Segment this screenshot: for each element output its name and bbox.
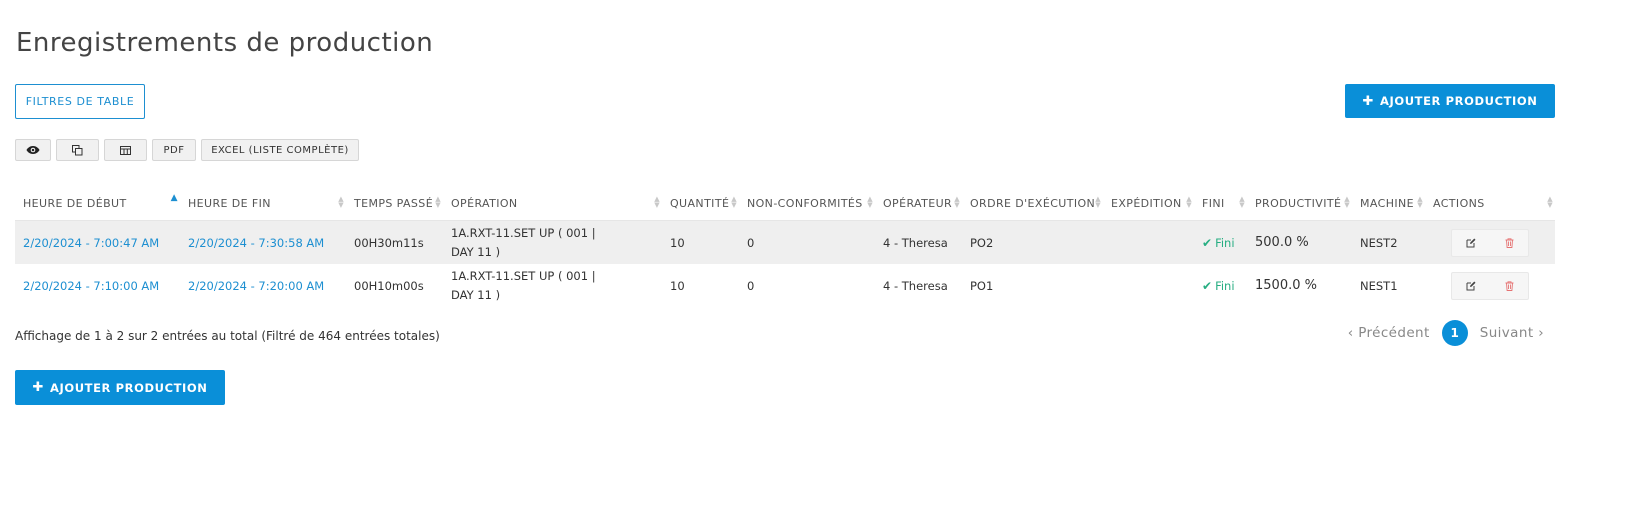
plus-icon: ✚ [1362, 93, 1374, 109]
sort-icon: ▲ ▼ [435, 195, 441, 209]
column-header-fini[interactable]: FINI ▲ ▼ [1194, 186, 1247, 221]
shipping-cell [1103, 220, 1194, 264]
sort-icon: ▲ ▼ [1186, 195, 1192, 209]
columns-icon [120, 145, 131, 155]
quantity-cell: 10 [662, 220, 739, 264]
column-header-start-time[interactable]: HEURE DE DÉBUT ▲ [15, 186, 180, 221]
column-header-actions[interactable]: ACTIONS ▲ ▼ [1425, 186, 1555, 221]
sort-icon: ▲ ▼ [1344, 195, 1350, 209]
edit-button[interactable] [1452, 273, 1490, 299]
work-order-cell: PO1 [970, 278, 994, 293]
actions-group [1451, 271, 1529, 300]
production-table: HEURE DE DÉBUT ▲ HEURE DE FIN ▲ ▼ TEMPS PAS… [15, 186, 1555, 307]
end-time-link[interactable]: 2/20/2024 - 7:20:00 AM [180, 264, 346, 307]
actions-group [1451, 228, 1529, 257]
copy-button[interactable] [56, 139, 99, 161]
table-info-text: Affichage de 1 à 2 sur 2 entrées au tota… [15, 329, 440, 343]
sort-icon: ▲ ▼ [731, 195, 737, 209]
column-header-machine[interactable]: MACHINE ▲ ▼ [1352, 186, 1425, 221]
previous-page-button[interactable]: ‹ Précédent [1348, 325, 1430, 341]
add-production-label: AJOUTER PRODUCTION [49, 380, 208, 395]
shipping-cell [1103, 264, 1194, 307]
excel-button[interactable]: EXCEL (LISTE COMPLÈTE) [201, 139, 359, 161]
start-time-link[interactable]: 2/20/2024 - 7:00:47 AM [15, 220, 180, 264]
column-header-work-order[interactable]: ORDRE D'EXÉCUTION ▲ ▼ [962, 186, 1103, 221]
machine-cell: NEST1 [1360, 278, 1398, 293]
eye-icon [26, 146, 40, 154]
add-production-label: AJOUTER PRODUCTION [1379, 94, 1538, 108]
table-row: 2/20/2024 - 7:00:47 AM 2/20/2024 - 7:30:… [15, 220, 1555, 264]
column-header-productivity[interactable]: PRODUCTIVITÉ ▲ ▼ [1247, 186, 1352, 221]
check-icon: ✔ [1202, 235, 1213, 250]
time-spent-cell: 00H30m11s [346, 220, 443, 264]
current-page-button[interactable]: 1 [1441, 320, 1468, 346]
time-spent-cell: 00H10m00s [354, 278, 424, 293]
table-row: 2/20/2024 - 7:10:00 AM 2/20/2024 - 7:20:… [15, 264, 1555, 307]
sort-icon: ▲ ▼ [338, 195, 344, 209]
column-header-operation[interactable]: OPÉRATION ▲ ▼ [443, 186, 662, 221]
productivity-cell: 1500.0 % [1255, 278, 1317, 293]
column-header-nonconformities[interactable]: NON-CONFORMITÉS ▲ ▼ [739, 186, 875, 221]
trash-icon [1505, 237, 1513, 248]
actions-cell [1425, 264, 1555, 307]
operator-cell: 4 - Theresa [875, 220, 962, 264]
sort-icon: ▲ ▼ [867, 195, 873, 209]
quantity-cell: 10 [670, 278, 685, 293]
copy-icon [72, 144, 83, 155]
sort-icon: ▲ ▼ [954, 195, 960, 209]
table-header-row: HEURE DE DÉBUT ▲ HEURE DE FIN ▲ ▼ TEMPS PAS… [15, 186, 1555, 221]
operation-cell: 1A.RXT-11.SET UP ( 001 | DAY 11 ) [443, 220, 662, 264]
sort-icon: ▲ ▼ [1417, 195, 1423, 209]
column-header-quantity[interactable]: QUANTITÉ ▲ ▼ [662, 186, 739, 221]
column-header-shipping[interactable]: EXPÉDITION ▲ ▼ [1103, 186, 1194, 221]
pdf-button[interactable]: PDF [152, 139, 196, 161]
edit-icon [1466, 238, 1476, 247]
add-production-button-bottom[interactable]: ✚ AJOUTER PRODUCTION [15, 370, 225, 405]
work-order-cell: PO2 [962, 220, 1103, 264]
export-toolbar: PDF EXCEL (LISTE COMPLÈTE) [15, 139, 359, 161]
columns-button[interactable] [104, 139, 147, 161]
column-visibility-button[interactable] [15, 139, 51, 161]
actions-cell [1425, 220, 1555, 264]
fini-cell: ✔ Fini [1194, 220, 1247, 264]
check-icon: ✔ [1202, 278, 1213, 293]
sort-icon: ▲ ▼ [654, 195, 660, 209]
plus-icon: ✚ [32, 380, 44, 395]
start-time-link[interactable]: 2/20/2024 - 7:10:00 AM [15, 264, 180, 307]
end-time-link[interactable]: 2/20/2024 - 7:30:58 AM [180, 220, 346, 264]
nonconformities-cell: 0 [739, 220, 875, 264]
sort-ascending-icon: ▲ [170, 193, 178, 203]
delete-button[interactable] [1490, 230, 1528, 256]
edit-icon [1466, 281, 1476, 290]
operation-cell: 1A.RXT-11.SET UP ( 001 | DAY 11 ) [451, 268, 596, 302]
sort-icon: ▲ ▼ [1095, 195, 1101, 209]
productivity-cell: 500.0 % [1247, 220, 1352, 264]
edit-button[interactable] [1452, 230, 1490, 256]
fini-cell: ✔ Fini [1202, 278, 1235, 293]
sort-icon: ▲ ▼ [1547, 195, 1553, 209]
column-header-operator[interactable]: OPÉRATEUR ▲ ▼ [875, 186, 962, 221]
operator-cell: 4 - Theresa [883, 278, 948, 293]
pagination: ‹ Précédent 1 Suivant › [1348, 320, 1544, 346]
nonconformities-cell: 0 [747, 278, 755, 293]
column-header-time-spent[interactable]: TEMPS PASSÉ ▲ ▼ [346, 186, 443, 221]
trash-icon [1505, 280, 1513, 291]
sort-icon: ▲ ▼ [1239, 195, 1245, 209]
page-title: Enregistrements de production [16, 28, 434, 58]
add-production-button-top[interactable]: ✚ AJOUTER PRODUCTION [1345, 84, 1555, 118]
table-filters-button[interactable]: FILTRES DE TABLE [15, 84, 145, 119]
next-page-button[interactable]: Suivant › [1480, 325, 1544, 341]
machine-cell: NEST2 [1352, 220, 1425, 264]
column-header-end-time[interactable]: HEURE DE FIN ▲ ▼ [180, 186, 346, 221]
delete-button[interactable] [1490, 273, 1528, 299]
